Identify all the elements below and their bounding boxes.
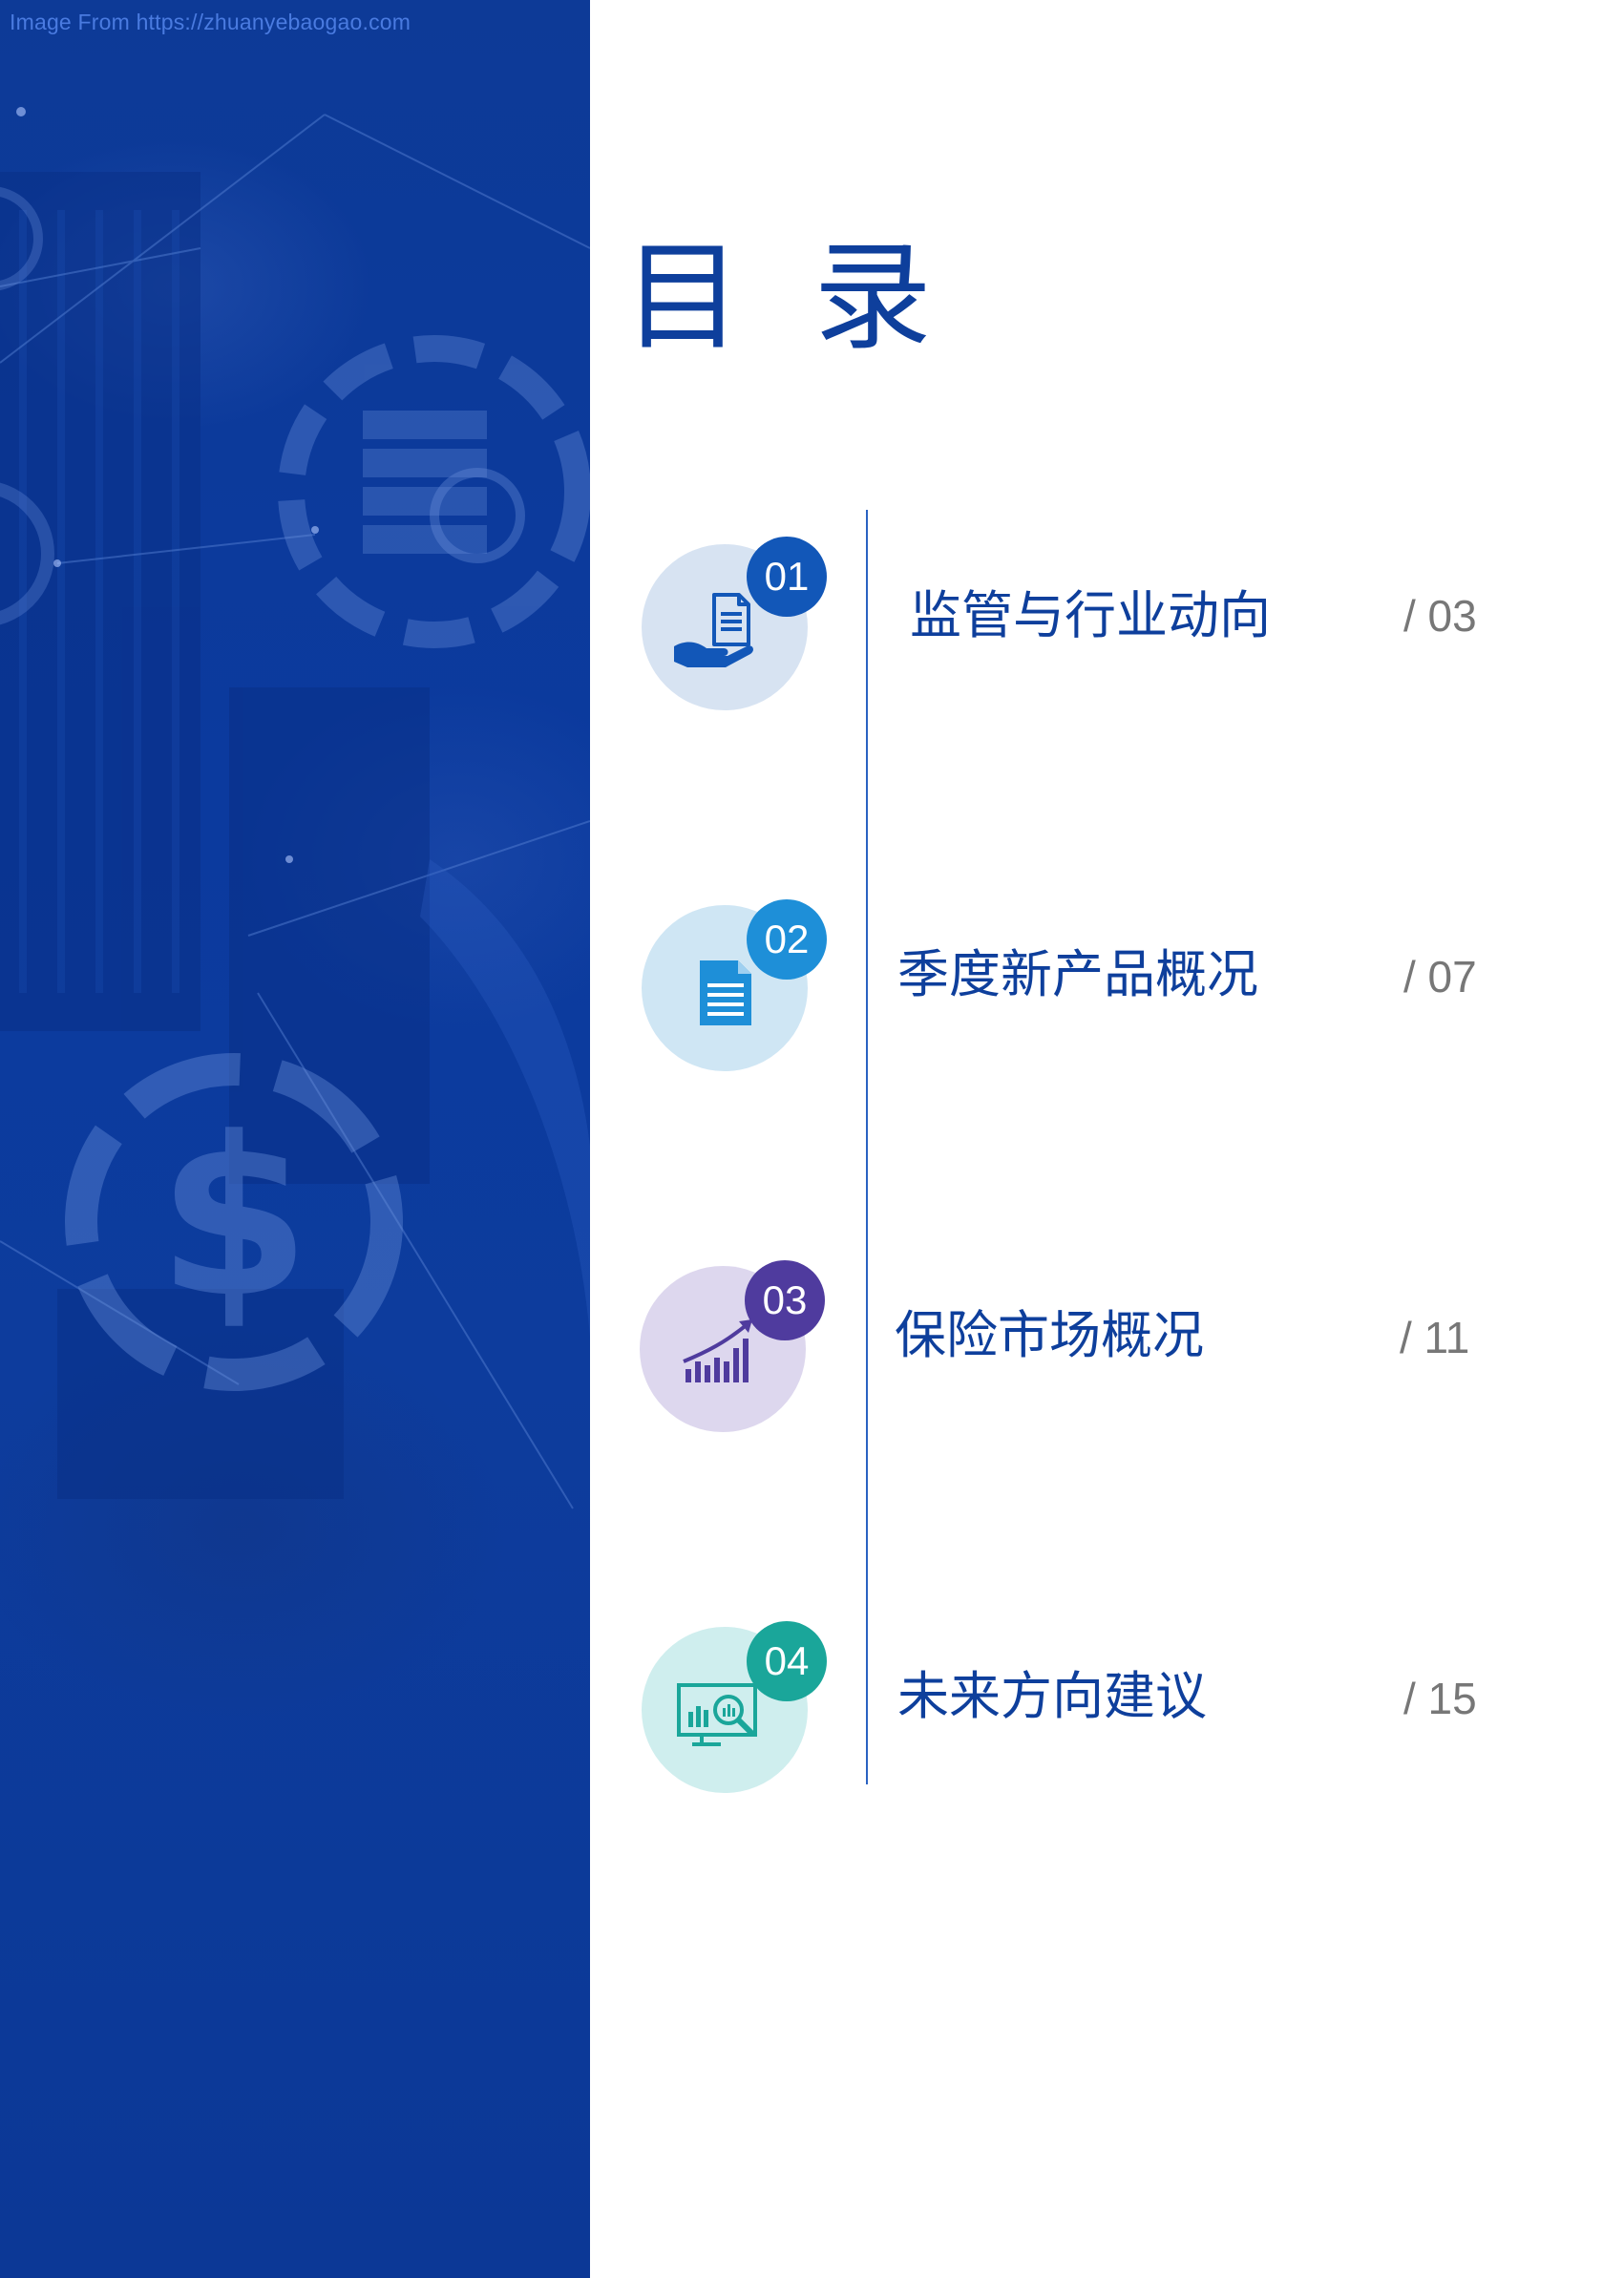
toc-item-01[interactable]: 01 监管与行业动向 / 03 [0,537,1624,726]
toc-item-04[interactable]: 04 未来方向建议 / 15 [0,1621,1624,1808]
source-watermark: Image From https://zhuanyebaogao.com [10,10,411,34]
toc-page-number: / 07 [1403,952,1477,1002]
chart-magnifier-icon [677,1683,757,1746]
toc-label: 保险市场概况 [895,1305,1204,1365]
toc-label: 未来方向建议 [897,1666,1207,1726]
toc-number-badge: 03 [745,1260,825,1340]
toc-item-03[interactable]: 03 保险市场概况 / 11 [0,1260,1624,1447]
page-title: 目录 [623,229,1004,367]
toc-page-number: / 11 [1400,1313,1470,1362]
toc-page-number: / 03 [1403,591,1477,641]
toc-label: 监管与行业动向 [910,585,1271,645]
toc-number-badge: 02 [747,899,827,980]
financial-network-background: $ [0,107,590,1509]
hand-document-icon [674,593,753,667]
toc-number-badge: 01 [747,537,827,617]
toc-number-badge: 04 [747,1621,827,1701]
document-icon [700,960,751,1025]
toc-item-02[interactable]: 02 季度新产品概况 / 07 [0,899,1624,1086]
growth-chart-icon [683,1319,752,1382]
cover-image-panel: $ Image From https://zhuanyebaogao.com [0,0,590,2278]
toc-page-number: / 15 [1403,1674,1477,1723]
toc-label: 季度新产品概况 [897,944,1258,1004]
